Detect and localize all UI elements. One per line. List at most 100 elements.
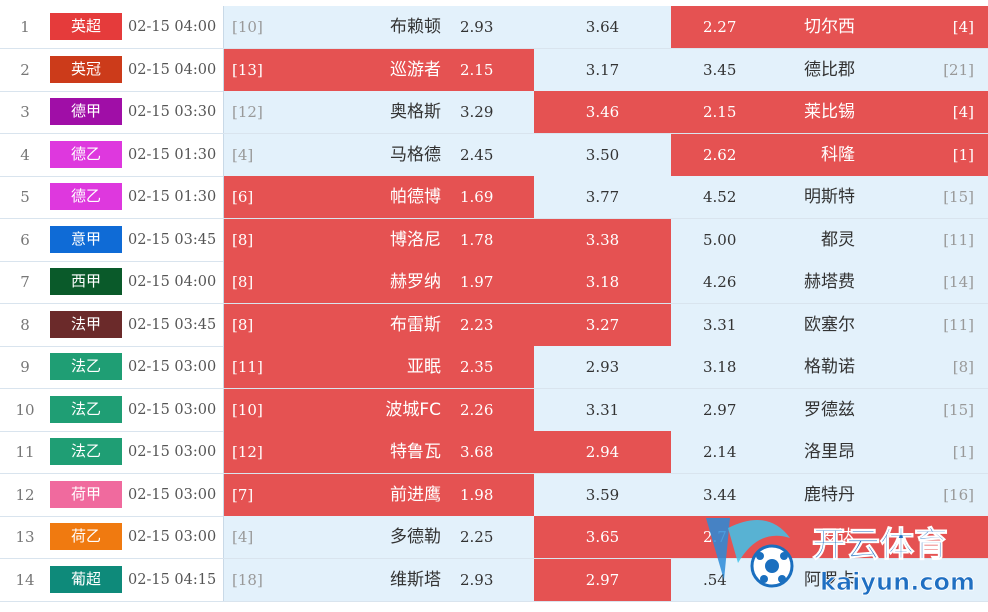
draw-odds-cell[interactable]: 2.97 <box>534 558 671 601</box>
home-odds-cell[interactable]: [6] 帕德博 1.69 <box>223 176 534 218</box>
league-badge[interactable]: 荷乙 <box>50 523 122 550</box>
home-team: 赫罗纳 <box>390 272 441 292</box>
match-row[interactable]: 6 意甲 02-15 03:45 [8] 博洛尼 1.78 3.38 5.00 都灵 [11] <box>0 218 988 262</box>
match-number: 2 <box>20 60 30 79</box>
match-row[interactable]: 2 英冠 02-15 04:00 [13] 巡游者 2.15 3.17 3.45 德比郡 [21] <box>0 48 988 92</box>
home-rank: [8] <box>232 273 254 291</box>
away-rank: [21] <box>943 60 974 79</box>
league-cell: 德甲 <box>50 91 128 133</box>
away-odds-cell[interactable]: 2.14 洛里昂 [1] <box>671 431 988 473</box>
home-odds-cell[interactable]: [12] 特鲁瓦 3.68 <box>223 431 534 473</box>
match-row[interactable]: 11 法乙 02-15 03:00 [12] 特鲁瓦 3.68 2.94 2.14 洛里昂 [1] <box>0 431 988 474</box>
home-odds-cell[interactable]: [12] 奥格斯 3.29 <box>223 91 534 133</box>
home-team: 特鲁瓦 <box>390 442 441 462</box>
match-row[interactable]: 1 英超 02-15 04:00 [10] 布赖顿 2.93 3.64 2.27 切尔西 [4] <box>0 6 988 49</box>
away-odds: 2.14 <box>703 443 737 461</box>
away-odds-cell[interactable]: 2.15 莱比锡 [4] <box>671 91 988 133</box>
draw-odds-cell[interactable]: 3.31 <box>534 388 671 431</box>
away-odds: 3.31 <box>703 315 737 334</box>
away-rank: [8] <box>952 358 974 376</box>
home-odds-cell[interactable]: [4] 多德勒 2.25 <box>223 516 534 558</box>
league-cell: 法甲 <box>50 304 128 346</box>
away-odds-cell[interactable]: 2.27 切尔西 [4] <box>671 6 988 48</box>
league-badge[interactable]: 法乙 <box>50 353 122 380</box>
draw-odds-cell[interactable]: 3.77 <box>534 176 671 218</box>
league-badge[interactable]: 德乙 <box>50 183 122 210</box>
draw-odds: 3.77 <box>585 188 620 206</box>
draw-odds-cell[interactable]: 2.94 <box>534 431 671 473</box>
match-row[interactable]: 12 荷甲 02-15 03:00 [7] 前进鹰 1.98 3.59 3.44 鹿特丹 [16] <box>0 473 988 517</box>
home-odds-cell[interactable]: [7] 前进鹰 1.98 <box>223 473 534 516</box>
draw-odds-cell[interactable]: 3.46 <box>534 91 671 133</box>
league-badge[interactable]: 葡超 <box>50 565 122 593</box>
home-team: 维斯塔 <box>390 569 441 590</box>
draw-odds-cell[interactable]: 3.27 <box>534 303 671 346</box>
home-odds-cell[interactable]: [8] 博洛尼 1.78 <box>223 218 534 261</box>
away-team: 赫塔费 <box>804 272 855 292</box>
draw-odds-cell[interactable]: 3.50 <box>534 133 671 176</box>
match-row[interactable]: 8 法甲 02-15 03:45 [8] 布雷斯 2.23 3.27 3.31 欧塞尔 [11] <box>0 303 988 347</box>
league-badge[interactable]: 法乙 <box>50 438 122 465</box>
draw-odds-cell[interactable]: 3.18 <box>534 261 671 303</box>
home-odds-cell[interactable]: [13] 巡游者 2.15 <box>223 48 534 91</box>
league-cell: 英超 <box>50 6 128 48</box>
away-odds-cell[interactable]: .54 阿罗卡 <box>671 558 988 601</box>
away-odds-cell[interactable]: 3.45 德比郡 [21] <box>671 48 988 91</box>
draw-odds: 3.38 <box>585 230 620 249</box>
league-badge[interactable]: 法甲 <box>50 310 122 338</box>
league-cell: 法乙 <box>50 431 128 473</box>
away-odds-cell[interactable]: 2.7 罗达 <box>671 516 988 558</box>
league-badge[interactable]: 德乙 <box>50 140 122 168</box>
draw-odds-cell[interactable]: 3.17 <box>534 48 671 91</box>
draw-odds-cell[interactable]: 3.65 <box>534 516 671 558</box>
draw-odds-cell[interactable]: 3.38 <box>534 218 671 261</box>
home-team: 马格德 <box>390 144 441 165</box>
away-odds-cell[interactable]: 3.44 鹿特丹 [16] <box>671 473 988 516</box>
away-odds-cell[interactable]: 5.00 都灵 [11] <box>671 218 988 261</box>
league-cell: 法乙 <box>50 346 128 388</box>
home-odds-cell[interactable]: [11] 亚眠 2.35 <box>223 346 534 388</box>
away-odds: 2.27 <box>703 18 737 36</box>
away-odds-cell[interactable]: 4.26 赫塔费 [14] <box>671 261 988 303</box>
home-rank: [12] <box>232 103 263 121</box>
home-odds-cell[interactable]: [8] 布雷斯 2.23 <box>223 303 534 346</box>
match-number: 9 <box>20 358 30 376</box>
home-odds: 2.15 <box>460 60 494 79</box>
match-number: 8 <box>20 315 30 334</box>
odds-table: 1 英超 02-15 04:00 [10] 布赖顿 2.93 3.64 2.27 切尔西 [4] 2… <box>0 0 988 610</box>
league-badge[interactable]: 德甲 <box>50 98 122 125</box>
match-time: 02-15 03:00 <box>128 359 217 375</box>
home-rank: [4] <box>232 145 254 164</box>
league-badge[interactable]: 荷甲 <box>50 480 122 508</box>
home-odds-cell[interactable]: [10] 波城FC 2.26 <box>223 388 534 431</box>
draw-odds-cell[interactable]: 3.59 <box>534 473 671 516</box>
league-badge[interactable]: 法乙 <box>50 395 122 423</box>
draw-odds-cell[interactable]: 3.64 <box>534 6 671 48</box>
match-number: 7 <box>20 273 30 291</box>
away-odds-cell[interactable]: 3.31 欧塞尔 [11] <box>671 303 988 346</box>
league-badge[interactable]: 西甲 <box>50 268 122 295</box>
home-odds-cell[interactable]: [4] 马格德 2.45 <box>223 133 534 176</box>
away-odds-cell[interactable]: 4.52 明斯特 [15] <box>671 176 988 218</box>
home-odds-cell[interactable]: [8] 赫罗纳 1.97 <box>223 261 534 303</box>
match-row[interactable]: 3 德甲 02-15 03:30 [12] 奥格斯 3.29 3.46 2.15 莱比锡 [4] <box>0 91 988 134</box>
league-badge[interactable]: 意甲 <box>50 225 122 253</box>
league-cell: 德乙 <box>50 134 128 176</box>
match-row[interactable]: 5 德乙 02-15 01:30 [6] 帕德博 1.69 3.77 4.52 明斯特 [15] <box>0 176 988 219</box>
league-cell: 法乙 <box>50 389 128 431</box>
match-row[interactable]: 10 法乙 02-15 03:00 [10] 波城FC 2.26 3.31 2.97 罗德兹 [1… <box>0 388 988 432</box>
draw-odds-cell[interactable]: 2.93 <box>534 346 671 388</box>
match-row[interactable]: 4 德乙 02-15 01:30 [4] 马格德 2.45 3.50 2.62 科隆 [1] <box>0 133 988 177</box>
league-badge[interactable]: 英冠 <box>50 55 122 83</box>
match-row[interactable]: 7 西甲 02-15 04:00 [8] 赫罗纳 1.97 3.18 4.26 赫塔费 [14] <box>0 261 988 304</box>
match-row[interactable]: 9 法乙 02-15 03:00 [11] 亚眠 2.35 2.93 3.18 格勒诺 [8] <box>0 346 988 389</box>
match-row[interactable]: 14 葡超 02-15 04:15 [18] 维斯塔 2.93 2.97 .54 阿罗卡 <box>0 558 988 602</box>
home-rank: [13] <box>232 60 263 79</box>
away-odds-cell[interactable]: 2.62 科隆 [1] <box>671 133 988 176</box>
away-odds-cell[interactable]: 3.18 格勒诺 [8] <box>671 346 988 388</box>
home-odds-cell[interactable]: [18] 维斯塔 2.93 <box>223 558 534 601</box>
league-badge[interactable]: 英超 <box>50 13 122 40</box>
home-odds-cell[interactable]: [10] 布赖顿 2.93 <box>223 6 534 48</box>
match-row[interactable]: 13 荷乙 02-15 03:00 [4] 多德勒 2.25 3.65 2.7 罗达 <box>0 516 988 559</box>
away-odds-cell[interactable]: 2.97 罗德兹 [15] <box>671 388 988 431</box>
